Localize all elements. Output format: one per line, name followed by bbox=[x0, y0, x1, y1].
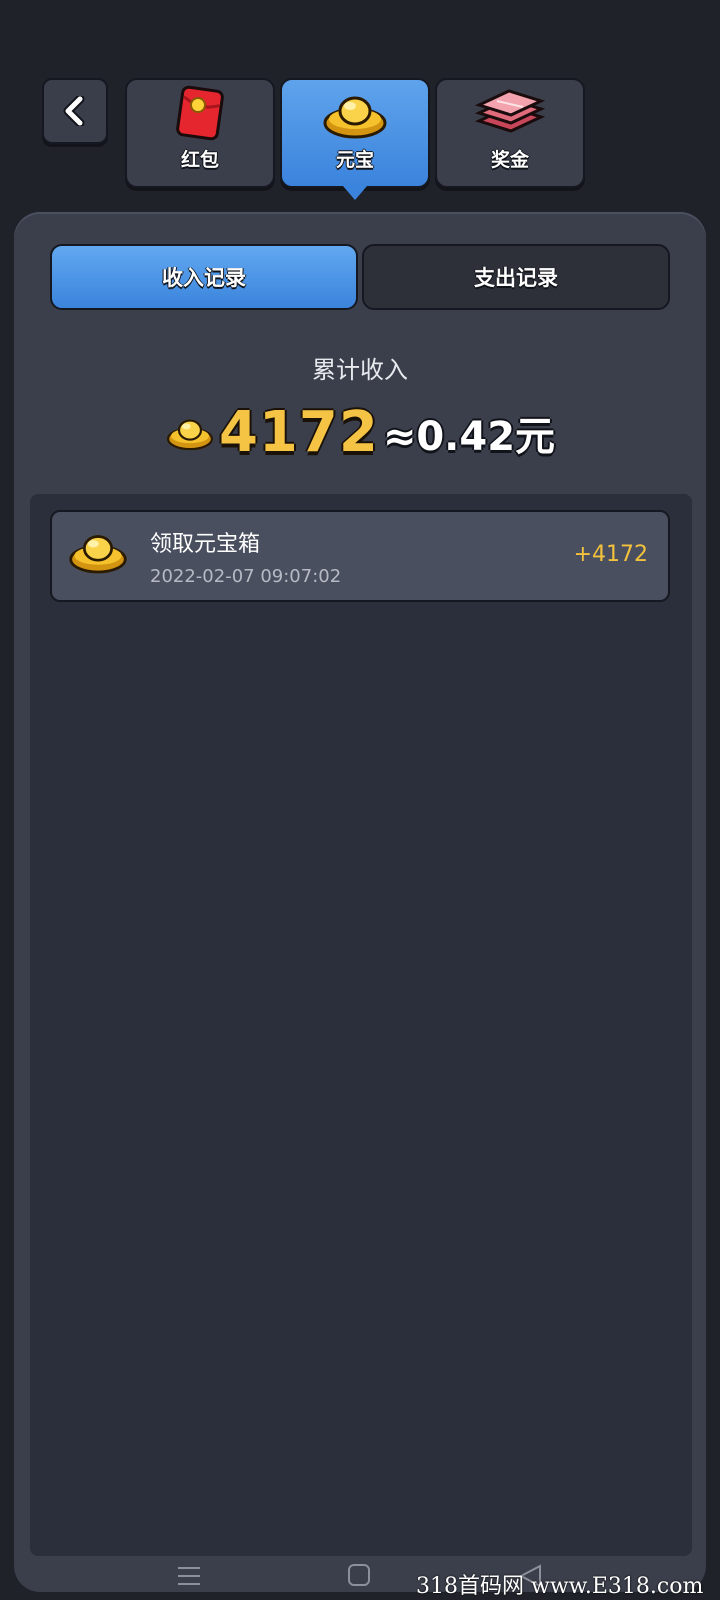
cash-stack-icon bbox=[475, 89, 545, 133]
tab-label: 红包 bbox=[180, 149, 219, 171]
record-title: 领取元宝箱 bbox=[150, 532, 261, 557]
active-tab-indicator bbox=[343, 186, 367, 200]
total-income-label: 累计收入 bbox=[312, 356, 408, 384]
gold-ingot-icon bbox=[166, 418, 213, 450]
watermark: 318首码网 www.E318.com bbox=[416, 1574, 704, 1599]
tab-gold-ingot[interactable]: 元宝 bbox=[280, 78, 430, 200]
tab-label: 元宝 bbox=[335, 149, 374, 171]
back-button[interactable] bbox=[42, 78, 108, 144]
tab-bonus[interactable]: 奖金 bbox=[435, 78, 585, 188]
red-envelope-icon bbox=[176, 85, 224, 141]
records-list bbox=[30, 494, 692, 1556]
tab-income-records[interactable]: 收入记录 bbox=[50, 244, 358, 310]
gold-ingot-icon bbox=[323, 96, 387, 139]
total-income-row: 4172 ≈0.42元 bbox=[0, 400, 720, 465]
menu-icon[interactable] bbox=[176, 1564, 202, 1588]
tab-red-envelope[interactable]: 红包 bbox=[125, 78, 275, 188]
list-item[interactable]: 领取元宝箱 2022-02-07 09:07:02 +4172 bbox=[50, 510, 670, 602]
gold-ingot-icon bbox=[69, 535, 127, 574]
chevron-left-icon bbox=[63, 96, 85, 126]
record-timestamp: 2022-02-07 09:07:02 bbox=[150, 566, 342, 587]
total-income-amount: 4172 bbox=[218, 400, 379, 465]
tab-expense-records[interactable]: 支出记录 bbox=[362, 244, 670, 310]
tab-label: 奖金 bbox=[490, 149, 529, 171]
record-amount: +4172 bbox=[573, 542, 648, 567]
total-income-approx: ≈0.42元 bbox=[382, 413, 556, 460]
home-icon[interactable] bbox=[348, 1564, 370, 1586]
